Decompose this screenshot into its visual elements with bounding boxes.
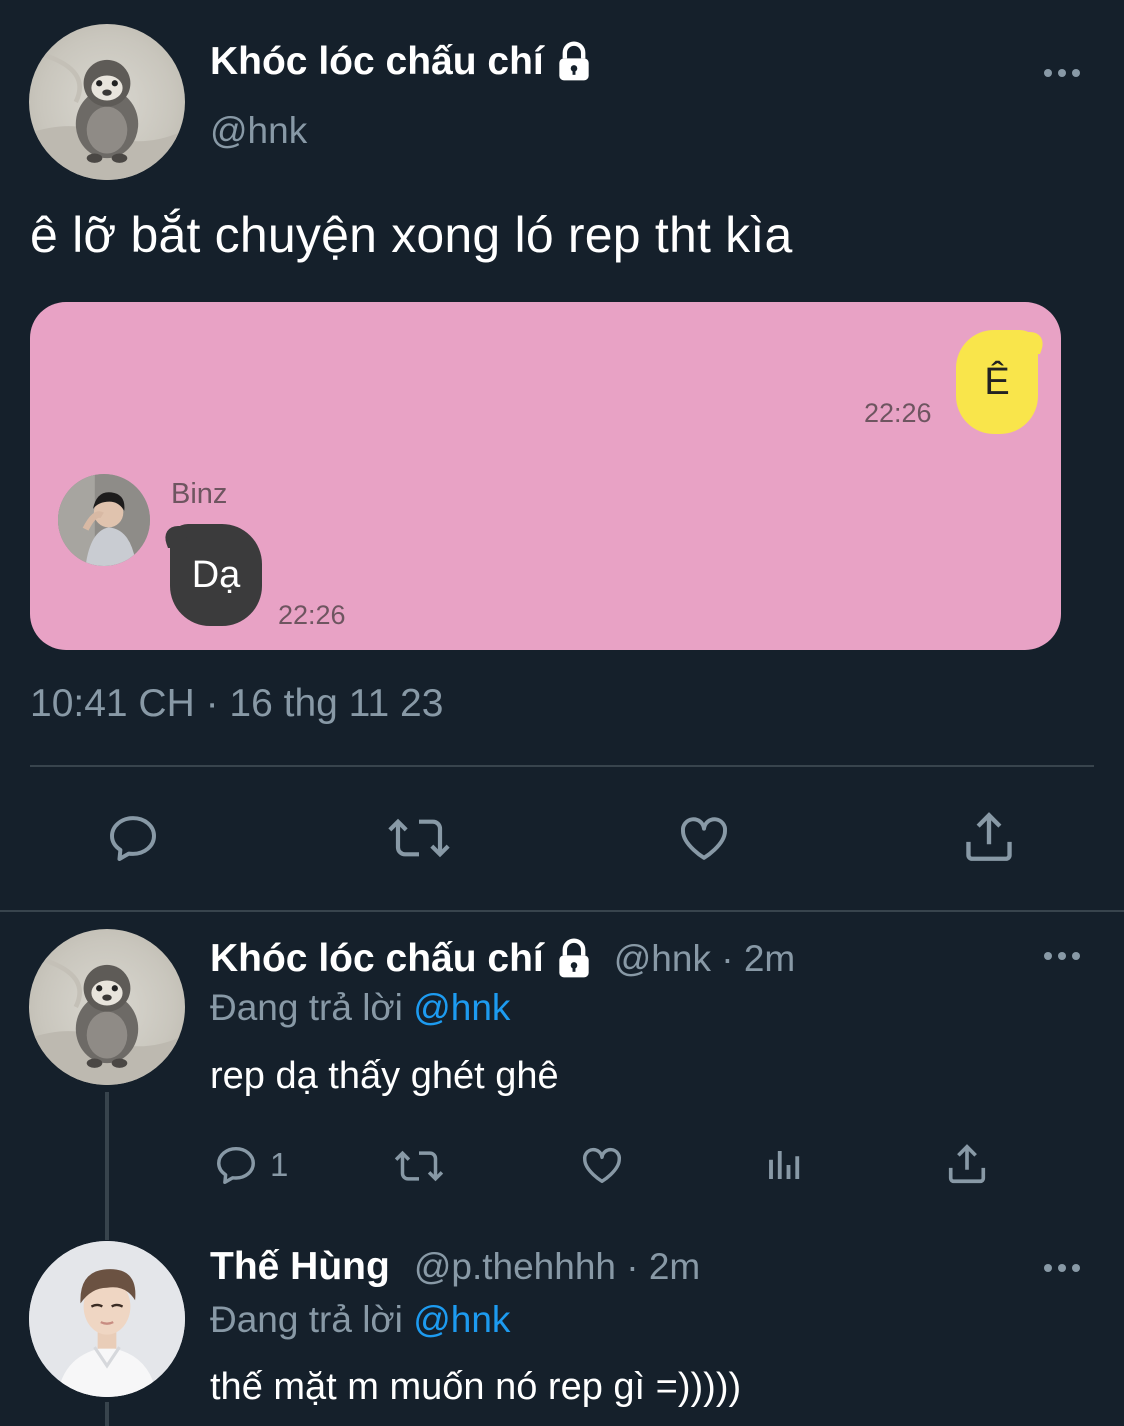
reply-text: thế mặt m muốn nó rep gì =))))) [210,1366,742,1408]
reply-display-name[interactable]: Khóc lóc chấu chí [210,937,544,981]
mention-link[interactable]: @hnk [413,987,510,1028]
author-name-text[interactable]: Khóc lóc chấu chí [210,40,544,84]
retweet-icon [394,1150,444,1182]
divider [0,910,1124,912]
heart-icon [681,817,727,860]
reply-button[interactable]: 1 [212,1142,288,1188]
contact-name: Binz [171,478,228,510]
share-button[interactable] [960,808,1018,866]
incoming-message-bubble: Dạ [170,524,262,626]
like-button[interactable] [578,1142,626,1188]
reply-display-name[interactable]: Thế Hùng [210,1245,390,1289]
mention-link[interactable]: @hnk [413,1299,510,1340]
reply-count: 1 [270,1146,289,1183]
reply-author-name[interactable]: Thế Hùng @p.thehhhh · 2m [210,1245,700,1289]
author-avatar[interactable] [29,24,185,180]
retweet-button[interactable] [386,810,452,866]
reply-author-avatar[interactable] [29,1241,185,1397]
reply-author-avatar[interactable] [29,929,185,1085]
share-icon [948,1144,986,1184]
share-button[interactable] [944,1140,990,1188]
thread-line [105,1092,109,1240]
replying-to: Đang trả lời @hnk [210,1299,510,1341]
views-icon [769,1151,800,1179]
reply-icon [217,1146,255,1184]
reply-author-name[interactable]: Khóc lóc chấu chí @hnk · 2m [210,937,795,981]
divider [30,765,1094,767]
outgoing-message-bubble: Ê [956,330,1038,434]
lock-icon [552,40,596,84]
author-display-name[interactable]: Khóc lóc chấu chí [210,40,596,84]
retweet-button[interactable] [392,1144,446,1188]
reply-button[interactable] [104,810,162,866]
incoming-message-time: 22:26 [278,600,346,630]
views-button[interactable] [764,1142,806,1188]
heart-icon [583,1147,621,1184]
retweet-icon [388,818,450,858]
tweet-text: ê lỡ bắt chuyện xong ló rep tht kìa [30,207,793,263]
replying-prefix: Đang trả lời [210,1299,403,1340]
more-icon[interactable] [1042,67,1082,79]
more-icon[interactable] [1042,950,1082,962]
outgoing-message-time: 22:26 [864,398,932,428]
like-button[interactable] [675,810,733,866]
tweet-timestamp[interactable]: 10:41 CH · 16 thg 11 23 [30,682,443,726]
reply-text: rep dạ thấy ghét ghê [210,1055,559,1097]
replying-to: Đang trả lời @hnk [210,987,510,1029]
more-icon[interactable] [1042,1262,1082,1274]
reply-handle-time: @p.thehhhh · 2m [413,1246,701,1287]
contact-avatar [58,474,150,566]
share-icon [966,812,1012,861]
reply-icon [110,816,156,861]
replying-prefix: Đang trả lời [210,987,403,1028]
thread-line [105,1402,109,1426]
tweet-media[interactable]: Ê 22:26 Binz Dạ 22:26 [30,302,1061,650]
lock-icon [552,937,596,981]
reply-handle-time: @hnk · 2m [613,938,796,979]
author-handle[interactable]: @hnk [210,110,307,152]
outgoing-message-text: Ê [984,360,1010,403]
incoming-message-text: Dạ [191,553,241,596]
